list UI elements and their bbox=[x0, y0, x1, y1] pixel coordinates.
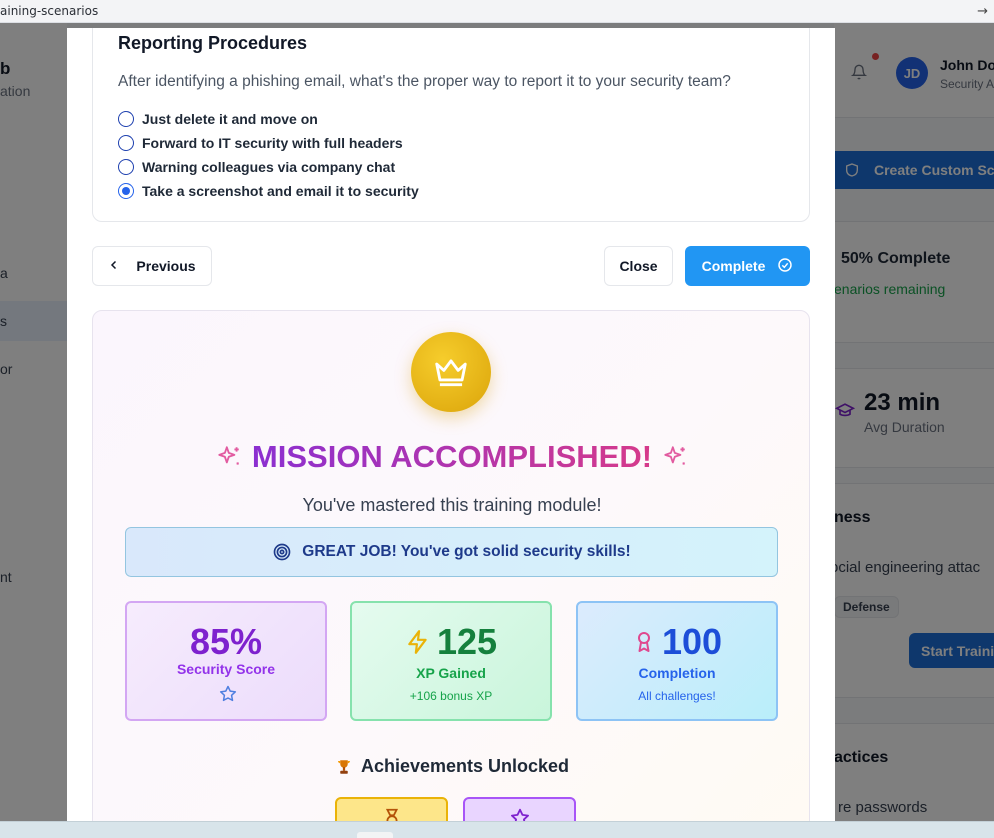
answer-option[interactable]: Just delete it and move on bbox=[118, 109, 318, 129]
trophy-icon bbox=[335, 758, 353, 776]
complete-button[interactable]: Complete bbox=[685, 246, 810, 286]
answer-label: Warning colleagues via company chat bbox=[142, 159, 396, 175]
mission-heading: MISSION ACCOMPLISHED! bbox=[251, 439, 653, 474]
achievements-heading: Achievements Unlocked bbox=[93, 756, 811, 777]
previous-button[interactable]: Previous bbox=[92, 246, 212, 286]
answer-option[interactable]: Warning colleagues via company chat bbox=[118, 157, 395, 177]
training-modal: Reporting Procedures After identifying a… bbox=[67, 28, 835, 822]
bonus-xp-text: +106 bonus XP bbox=[409, 689, 493, 703]
lightning-icon bbox=[405, 629, 431, 655]
completion-value-row: 100 bbox=[578, 621, 776, 663]
sparkles-icon bbox=[664, 446, 685, 465]
previous-label: Previous bbox=[136, 258, 196, 274]
achievement-badge bbox=[463, 797, 576, 822]
mission-heading-row: MISSION ACCOMPLISHED! bbox=[93, 439, 811, 475]
answer-label: Just delete it and move on bbox=[142, 111, 318, 127]
crown-icon bbox=[435, 359, 467, 387]
achievements-title: Achievements Unlocked bbox=[360, 756, 570, 776]
security-score-card: 85% Security Score bbox=[125, 601, 327, 721]
answer-option-selected[interactable]: Take a screenshot and email it to securi… bbox=[118, 181, 419, 201]
completion-card: 100 Completion All challenges! bbox=[576, 601, 778, 721]
close-button[interactable]: Close bbox=[604, 246, 673, 286]
star-icon bbox=[219, 685, 237, 702]
radio-button[interactable] bbox=[118, 111, 134, 127]
star-icon bbox=[511, 808, 529, 822]
xp-value: 125 bbox=[436, 621, 498, 662]
taskbar-tab[interactable] bbox=[357, 832, 393, 838]
question-text: After identifying a phishing email, what… bbox=[118, 73, 731, 90]
achievement-badge bbox=[335, 797, 448, 822]
radio-button-selected[interactable] bbox=[118, 183, 134, 199]
question-card: Reporting Procedures After identifying a… bbox=[92, 28, 810, 222]
completion-value: 100 bbox=[661, 621, 723, 662]
check-circle-icon bbox=[777, 257, 793, 276]
radio-button[interactable] bbox=[118, 135, 134, 151]
radio-button[interactable] bbox=[118, 159, 134, 175]
url-bar[interactable]: aining-scenarios → bbox=[0, 0, 994, 23]
xp-gained-card: 125 XP Gained +106 bonus XP bbox=[350, 601, 552, 721]
security-score-label: Security Score bbox=[176, 661, 276, 677]
mastered-subtitle: You've mastered this training module! bbox=[302, 495, 602, 515]
complete-label: Complete bbox=[701, 258, 766, 274]
go-arrow-icon[interactable]: → bbox=[977, 4, 988, 19]
sparkles-icon bbox=[218, 446, 239, 465]
taskbar bbox=[0, 821, 994, 838]
security-score-value: 85% bbox=[189, 621, 263, 662]
question-title: Reporting Procedures bbox=[118, 33, 308, 53]
feedback-text: GREAT JOB! You've got solid security ski… bbox=[302, 543, 631, 560]
answer-label: Forward to IT security with full headers bbox=[142, 135, 403, 151]
crown-badge bbox=[411, 332, 491, 412]
completion-label: Completion bbox=[638, 665, 716, 681]
all-challenges-text: All challenges! bbox=[638, 689, 716, 703]
target-icon bbox=[272, 542, 292, 562]
award-icon bbox=[632, 630, 656, 654]
xp-label: XP Gained bbox=[416, 665, 486, 681]
xp-value-row: 125 bbox=[352, 621, 550, 663]
feedback-banner: GREAT JOB! You've got solid security ski… bbox=[125, 527, 778, 577]
chevron-left-icon bbox=[108, 259, 120, 274]
answer-label: Take a screenshot and email it to securi… bbox=[142, 183, 419, 199]
answer-option[interactable]: Forward to IT security with full headers bbox=[118, 133, 403, 153]
result-panel: MISSION ACCOMPLISHED! You've mastered th… bbox=[92, 310, 810, 822]
medal-icon bbox=[385, 808, 399, 822]
url-text[interactable]: aining-scenarios bbox=[0, 4, 98, 18]
